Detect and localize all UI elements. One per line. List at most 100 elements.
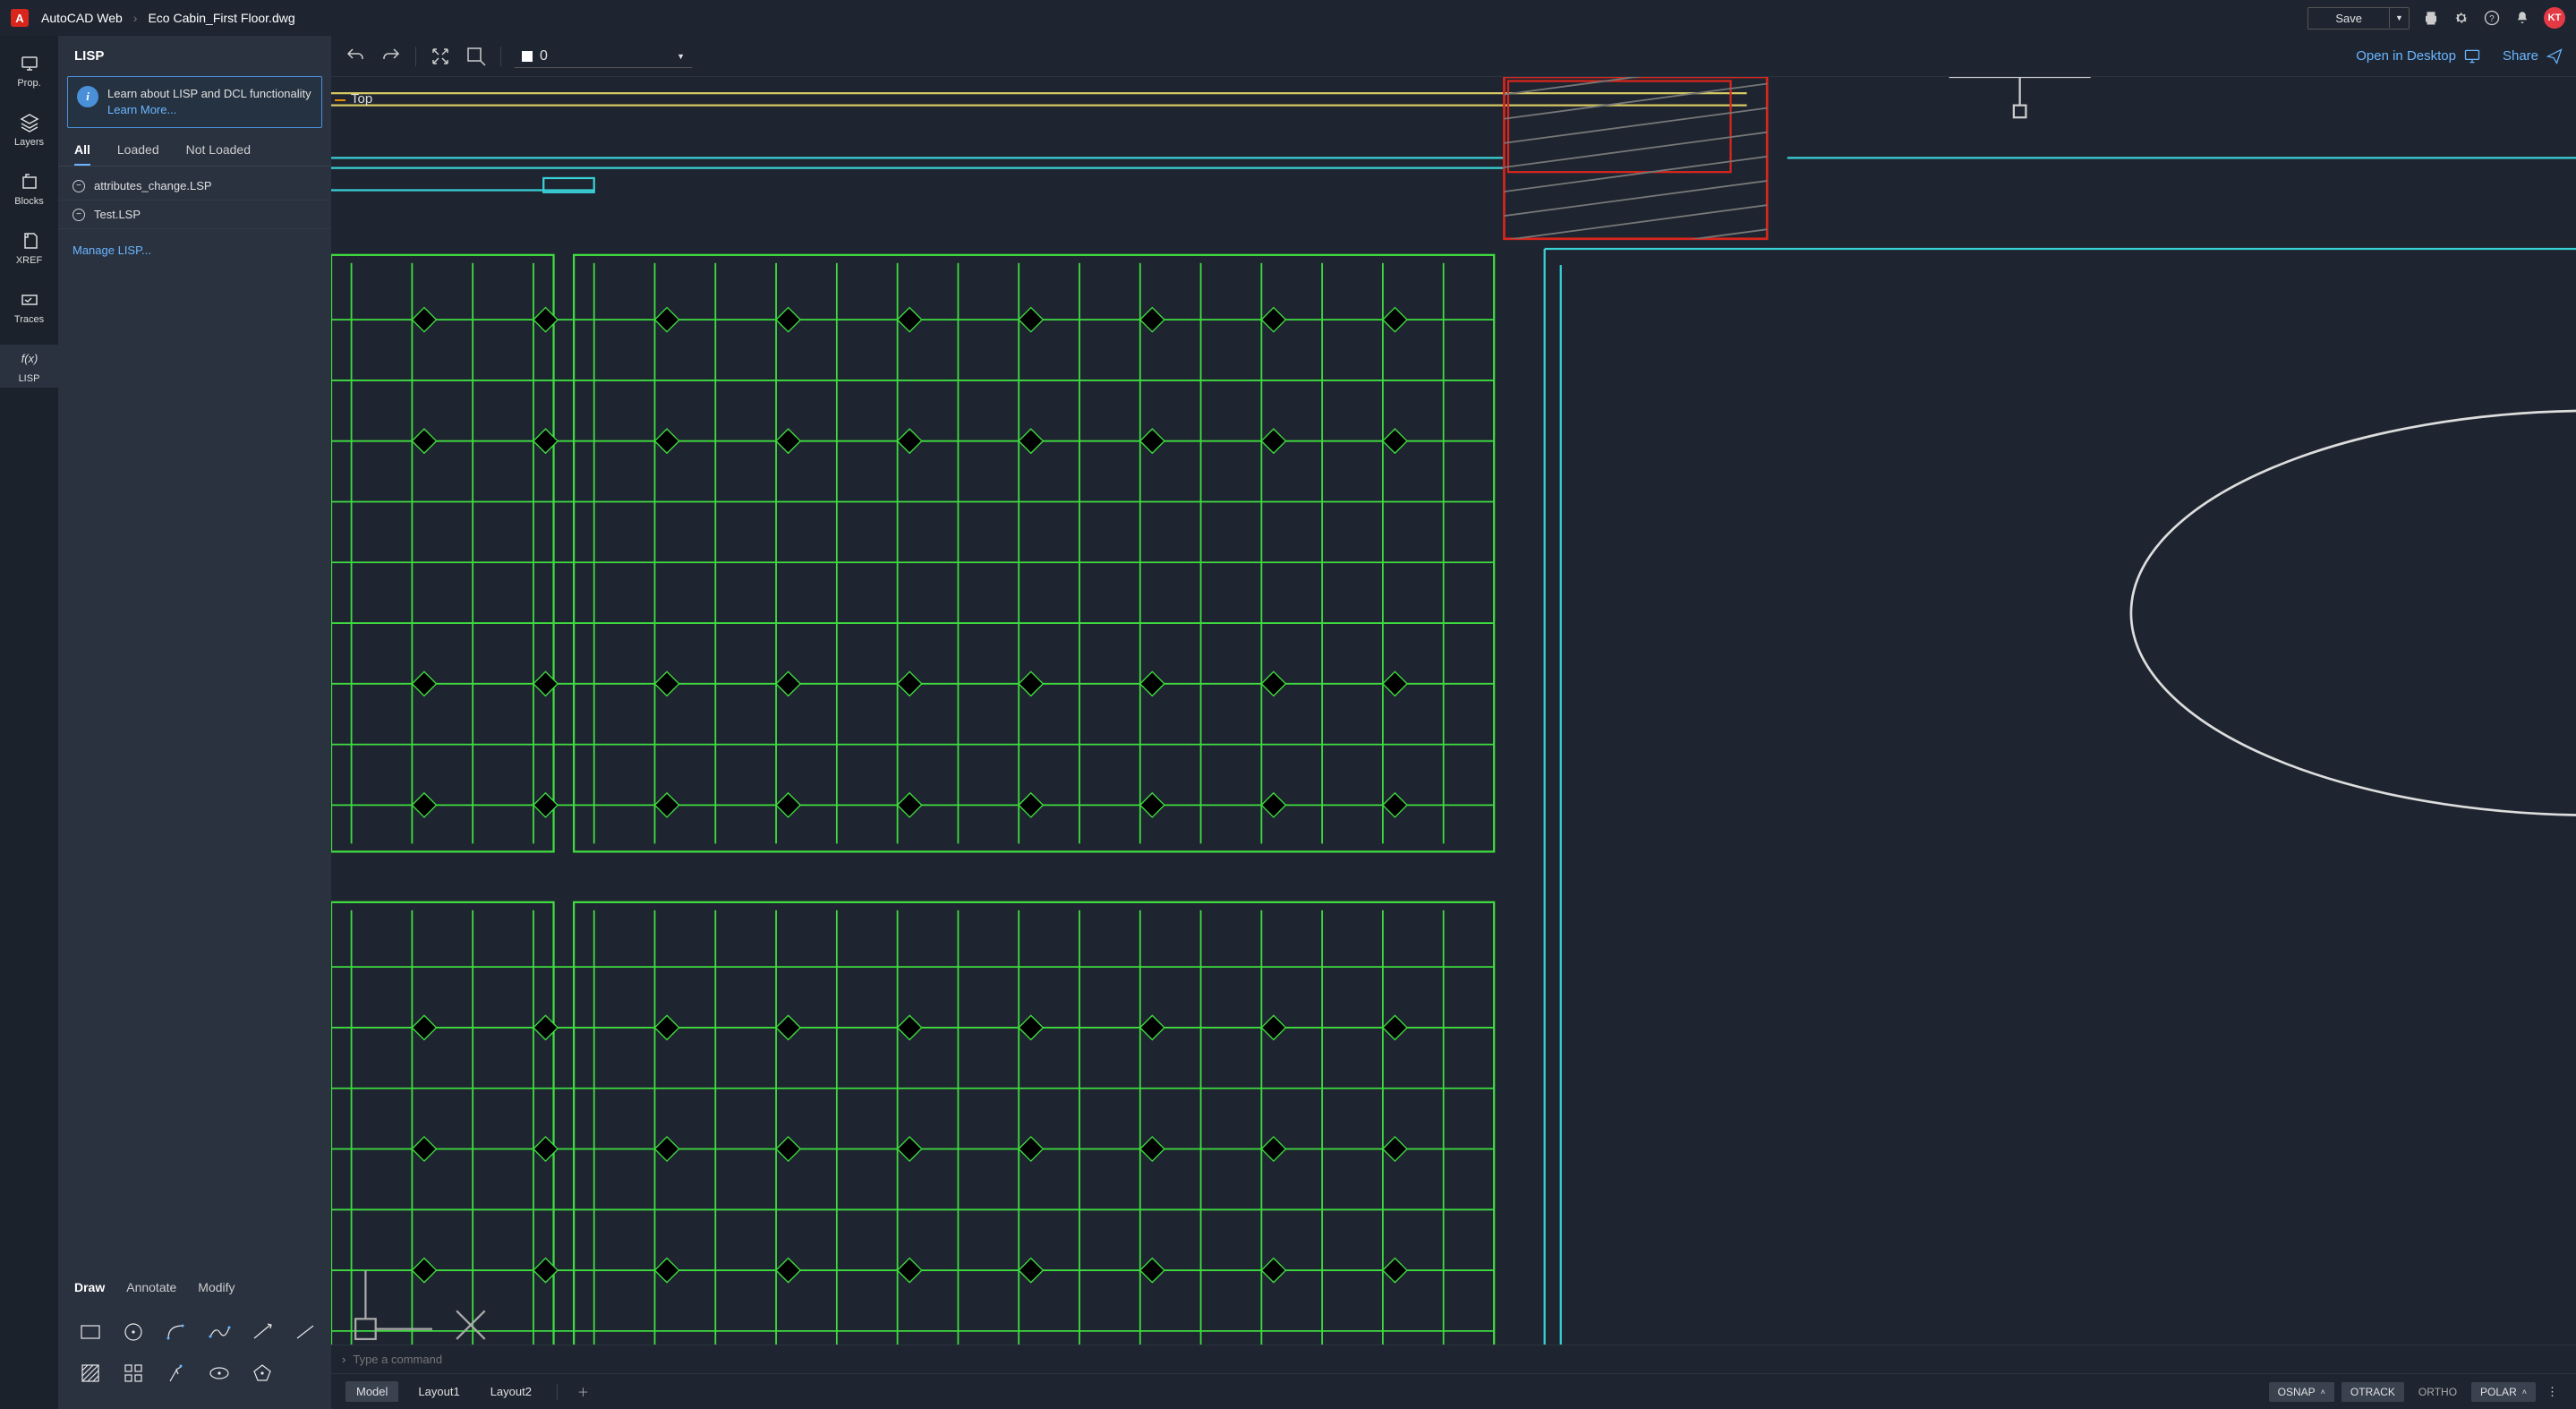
open-desktop-label: Open in Desktop bbox=[2356, 48, 2456, 64]
tool-array[interactable] bbox=[115, 1359, 151, 1388]
more-icon[interactable]: ⋮ bbox=[2543, 1385, 2562, 1399]
avatar[interactable]: KT bbox=[2544, 7, 2565, 29]
remove-icon[interactable]: − bbox=[73, 180, 85, 192]
navigation-rail: Prop. Layers Blocks XREF Traces f(x) LIS… bbox=[0, 36, 58, 1409]
zoom-window-button[interactable] bbox=[465, 45, 488, 68]
blocks-icon bbox=[19, 171, 40, 192]
lisp-panel: LISP i Learn about LISP and DCL function… bbox=[58, 36, 331, 1409]
svg-text:?: ? bbox=[2489, 14, 2495, 24]
separator bbox=[557, 1384, 558, 1400]
nav-item-xref[interactable]: XREF bbox=[0, 226, 58, 269]
layout-tab-1[interactable]: Layout1 bbox=[407, 1381, 470, 1402]
monitor-icon bbox=[19, 53, 40, 74]
layer-color-swatch bbox=[522, 51, 533, 62]
tool-arc[interactable] bbox=[158, 1318, 194, 1346]
drawing-svg bbox=[331, 77, 2576, 1345]
help-icon[interactable]: ? bbox=[2483, 9, 2501, 27]
tool-circle[interactable] bbox=[115, 1318, 151, 1346]
separator bbox=[415, 47, 416, 66]
nav-item-lisp[interactable]: f(x) LISP bbox=[0, 345, 58, 388]
svg-text:f(x): f(x) bbox=[21, 352, 38, 365]
tab-draw[interactable]: Draw bbox=[74, 1280, 105, 1294]
nav-label: XREF bbox=[16, 255, 42, 266]
tool-polyline[interactable] bbox=[244, 1318, 280, 1346]
polar-toggle[interactable]: POLAR ˄ bbox=[2471, 1382, 2536, 1402]
lisp-list: − attributes_change.LSP − Test.LSP bbox=[58, 167, 331, 235]
nav-item-properties[interactable]: Prop. bbox=[0, 49, 58, 92]
separator bbox=[500, 47, 501, 66]
layer-dropdown[interactable]: 0 ▼ bbox=[514, 45, 693, 68]
chevron-up-icon: ˄ bbox=[2522, 1388, 2527, 1396]
zoom-extents-button[interactable] bbox=[429, 45, 452, 68]
layer-name: 0 bbox=[540, 48, 548, 64]
xref-icon bbox=[19, 230, 40, 252]
status-bar: Model Layout1 Layout2 ＋ OSNAP˄ OTRACK OR… bbox=[331, 1373, 2576, 1409]
file-name[interactable]: Eco Cabin_First Floor.dwg bbox=[148, 11, 294, 25]
lisp-item[interactable]: − attributes_change.LSP bbox=[58, 172, 331, 201]
learn-more-link[interactable]: Learn More... bbox=[107, 103, 176, 116]
tool-rectangle[interactable] bbox=[73, 1318, 108, 1346]
nav-label: LISP bbox=[19, 373, 40, 384]
open-in-desktop-button[interactable]: Open in Desktop bbox=[2356, 47, 2481, 65]
drawing-canvas[interactable]: Top bbox=[331, 77, 2576, 1345]
tool-spline[interactable] bbox=[201, 1318, 237, 1346]
draw-tools bbox=[58, 1303, 331, 1409]
tool-point[interactable] bbox=[158, 1359, 194, 1388]
send-icon bbox=[2546, 47, 2563, 65]
tab-annotate[interactable]: Annotate bbox=[126, 1280, 176, 1294]
tab-all[interactable]: All bbox=[74, 142, 90, 166]
info-icon: i bbox=[77, 86, 98, 107]
tab-modify[interactable]: Modify bbox=[198, 1280, 235, 1294]
canvas-toolbar: 0 ▼ Open in Desktop Share bbox=[331, 36, 2576, 77]
share-button[interactable]: Share bbox=[2503, 47, 2563, 65]
otrack-toggle[interactable]: OTRACK bbox=[2341, 1382, 2404, 1402]
nav-label: Traces bbox=[14, 314, 44, 325]
tool-polygon[interactable] bbox=[244, 1359, 280, 1388]
chevron-down-icon: ▼ bbox=[2395, 13, 2403, 22]
tool-ellipse[interactable] bbox=[201, 1359, 237, 1388]
app-logo[interactable]: A bbox=[11, 9, 29, 27]
chevron-right-icon: › bbox=[342, 1353, 345, 1366]
add-layout-button[interactable]: ＋ bbox=[572, 1383, 594, 1400]
monitor-icon bbox=[2463, 47, 2481, 65]
breadcrumb: AutoCAD Web › Eco Cabin_First Floor.dwg bbox=[41, 11, 295, 25]
polar-label: POLAR bbox=[2480, 1386, 2517, 1398]
info-card: i Learn about LISP and DCL functionality… bbox=[67, 76, 322, 128]
gear-icon[interactable] bbox=[2452, 9, 2470, 27]
command-input[interactable] bbox=[353, 1353, 2565, 1366]
share-label: Share bbox=[2503, 48, 2538, 64]
tab-not-loaded[interactable]: Not Loaded bbox=[186, 142, 251, 166]
function-icon: f(x) bbox=[19, 348, 40, 370]
manage-lisp-link[interactable]: Manage LISP... bbox=[58, 235, 331, 266]
app-name[interactable]: AutoCAD Web bbox=[41, 11, 123, 25]
command-bar[interactable]: › bbox=[331, 1345, 2576, 1373]
save-button[interactable]: Save bbox=[2308, 8, 2389, 29]
nav-item-layers[interactable]: Layers bbox=[0, 108, 58, 151]
traces-icon bbox=[19, 289, 40, 311]
ortho-toggle[interactable]: ORTHO bbox=[2411, 1382, 2464, 1402]
nav-item-traces[interactable]: Traces bbox=[0, 286, 58, 329]
draw-tool-tabs: Draw Annotate Modify bbox=[58, 1271, 331, 1303]
nav-label: Blocks bbox=[14, 196, 43, 207]
panel-title: LISP bbox=[58, 36, 331, 76]
layout-tab-model[interactable]: Model bbox=[345, 1381, 398, 1402]
viewport-label[interactable]: Top bbox=[351, 91, 372, 107]
lisp-item[interactable]: − Test.LSP bbox=[58, 201, 331, 229]
tool-hatch[interactable] bbox=[73, 1359, 108, 1388]
remove-icon[interactable]: − bbox=[73, 209, 85, 221]
osnap-toggle[interactable]: OSNAP˄ bbox=[2269, 1382, 2334, 1402]
layout-tab-2[interactable]: Layout2 bbox=[480, 1381, 542, 1402]
nav-item-blocks[interactable]: Blocks bbox=[0, 167, 58, 210]
undo-button[interactable] bbox=[344, 45, 367, 68]
save-button-group: Save ▼ bbox=[2307, 7, 2410, 30]
redo-button[interactable] bbox=[380, 45, 403, 68]
nav-label: Prop. bbox=[17, 78, 40, 89]
print-icon[interactable] bbox=[2422, 9, 2440, 27]
osnap-label: OSNAP bbox=[2278, 1386, 2316, 1398]
info-text: Learn about LISP and DCL functionality bbox=[107, 87, 311, 100]
bell-icon[interactable] bbox=[2513, 9, 2531, 27]
tool-line[interactable] bbox=[287, 1318, 323, 1346]
tab-loaded[interactable]: Loaded bbox=[117, 142, 159, 166]
nav-label: Layers bbox=[14, 137, 44, 148]
save-dropdown-button[interactable]: ▼ bbox=[2389, 8, 2409, 28]
